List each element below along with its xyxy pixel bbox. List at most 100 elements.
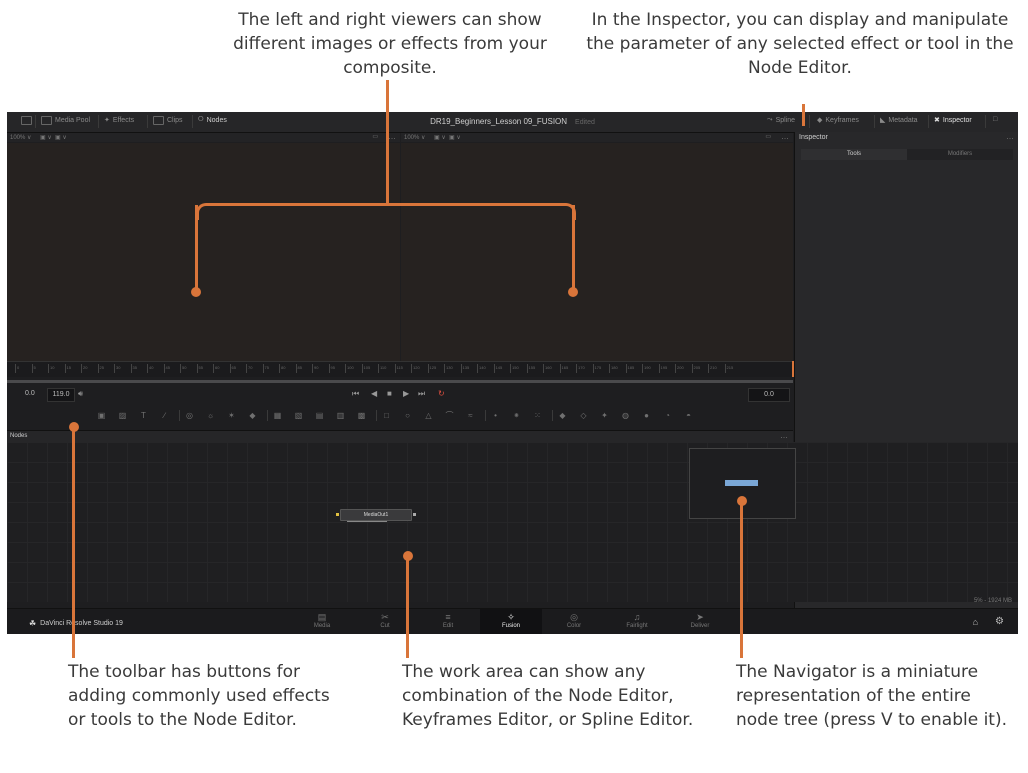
ruler-tick-label: 40 — [149, 365, 154, 370]
left-viewer-more-icon[interactable]: … — [388, 132, 396, 141]
ruler-tick-label: 210 — [710, 365, 717, 370]
paint-tool-icon[interactable]: ∕ — [160, 411, 169, 420]
inspector-tabs: Tools Modifiers — [801, 149, 1013, 160]
merge-tool-icon[interactable]: ▦ — [273, 411, 282, 420]
scrub-bar[interactable] — [7, 380, 793, 383]
current-time-field[interactable]: 0.0 — [748, 388, 790, 402]
callout-viewers: The left and right viewers can show diff… — [233, 10, 547, 78]
page-fairlight[interactable]: ♫ Fairlight — [606, 609, 668, 634]
leader-viewers-stem — [386, 80, 389, 204]
go-to-start-icon[interactable]: ⏮ — [352, 389, 359, 399]
viewer-mode-icon[interactable]: □ — [993, 116, 997, 123]
right-viewer[interactable] — [401, 143, 793, 361]
tracker-tool-icon[interactable]: ≈ — [466, 411, 475, 420]
text-tool-icon[interactable]: T — [139, 411, 148, 420]
tab-modifiers[interactable]: Modifiers — [907, 149, 1013, 160]
shape3d-icon[interactable]: ◆ — [558, 411, 567, 420]
ruler-tick-label: 130 — [446, 365, 453, 370]
ruler-tick-label: 45 — [165, 365, 170, 370]
background-tool-icon[interactable]: ▣ — [97, 411, 106, 420]
page-color[interactable]: ◎ Color — [543, 609, 605, 634]
ruler-tick — [724, 364, 726, 373]
navigator-viewport[interactable] — [725, 480, 758, 486]
channel-booleans-icon[interactable]: ▧ — [294, 411, 303, 420]
ruler-tick — [312, 364, 313, 373]
camera3d-icon[interactable]: ◍ — [621, 411, 630, 420]
right-viewer-more-icon[interactable]: … — [781, 132, 789, 141]
dot-right-viewer — [568, 287, 578, 297]
resize-tool-icon[interactable]: ▩ — [357, 411, 366, 420]
ellipse-mask-icon[interactable]: ○ — [403, 411, 412, 420]
ruler-tick — [114, 364, 115, 373]
node-editor-work-area[interactable] — [7, 442, 1018, 602]
brightness-contrast-icon[interactable]: ☼ — [206, 411, 215, 420]
particle-render-icon[interactable]: ⁕ — [512, 411, 521, 420]
mediaout-node[interactable]: MediaOut1 — [336, 509, 416, 522]
page-media[interactable]: ▤ Media — [291, 609, 353, 634]
matte-control-icon[interactable]: ▤ — [315, 411, 324, 420]
rectangle-mask-icon[interactable]: □ — [382, 411, 391, 420]
inspector-button[interactable]: ✖ Inspector — [934, 116, 972, 125]
left-viewer-bar: 100% ∨ ▣ ∨ ▣ ∨ ▭ … — [7, 132, 400, 142]
merge3d-icon[interactable]: ✦ — [600, 411, 609, 420]
ruler-tick — [675, 364, 676, 373]
color-corrector-icon[interactable]: ◎ — [185, 411, 194, 420]
go-to-end-icon[interactable]: ⏭ — [418, 389, 425, 399]
play-reverse-icon[interactable]: ◀ — [371, 389, 377, 398]
callout-workarea: The work area can show any combination o… — [402, 662, 694, 730]
spline-button[interactable]: ⤳ Spline — [767, 116, 795, 124]
metadata-button[interactable]: ◣ Metadata — [880, 116, 918, 125]
page-fusion[interactable]: ✧ Fusion — [480, 609, 542, 634]
nodes-more-icon[interactable]: … — [780, 431, 788, 440]
page-edit[interactable]: ≡ Edit — [417, 609, 479, 634]
polygon-mask-icon[interactable]: △ — [424, 411, 433, 420]
page-deliver[interactable]: ➤ Deliver — [669, 609, 731, 634]
right-viewer-layout-icon[interactable]: ▭ — [765, 133, 771, 140]
left-viewer-layout-icon[interactable]: ▭ — [372, 133, 378, 140]
ruler-tick-label: 195 — [660, 365, 668, 370]
ruler-tick-label: 140 — [479, 365, 486, 370]
time-ruler[interactable]: 0 5 10 15 20 25 30 35 40 45 50 55 60 65 70 75 80 85 90 95 10… — [7, 361, 793, 377]
ruler-tick — [625, 364, 627, 373]
renderer3d-icon[interactable]: ● — [642, 411, 651, 420]
start-time[interactable]: 0.0 — [25, 390, 35, 397]
right-viewer-options-icon[interactable]: ▣ ∨ ▣ ∨ — [434, 134, 461, 141]
audio-icon[interactable]: 🔊︎ — [78, 389, 83, 399]
stop-icon[interactable]: ■ — [387, 389, 392, 398]
left-viewer-options-icon[interactable]: ▣ ∨ ▣ ∨ — [40, 134, 67, 141]
transform-tool-icon[interactable]: ▥ — [336, 411, 345, 420]
bspline-mask-icon[interactable]: ⌒ — [445, 411, 454, 420]
home-icon[interactable]: ⌂ — [973, 617, 978, 627]
loop-icon[interactable]: ↻ — [438, 389, 445, 398]
ruler-tick — [526, 364, 528, 373]
play-icon[interactable]: ▶ — [403, 389, 409, 398]
fusion-app-window: Media Pool ✦ Effects Clips ⭘ Nodes DR19_Be… — [7, 112, 1018, 634]
image-plane-icon[interactable]: ◓ — [684, 411, 693, 420]
ruler-tick-label: 110 — [380, 365, 387, 370]
ruler-tick-label: 50 — [182, 365, 187, 370]
blur-tool-icon[interactable]: ✶ — [227, 411, 236, 420]
ruler-tick-label: 145 — [495, 365, 503, 370]
left-zoom-dropdown[interactable]: 100% ∨ — [10, 134, 31, 141]
spline-icon: ⤳ — [767, 116, 773, 123]
end-time-field[interactable]: 119.0 — [47, 388, 75, 402]
particle-emitter-icon[interactable]: • — [491, 411, 500, 420]
ruler-tick — [180, 364, 181, 373]
ruler-tick-label: 15 — [66, 365, 71, 370]
keyframes-button[interactable]: ◆ Keyframes — [817, 116, 859, 125]
memory-usage: 5% - 1924 MB — [973, 598, 1012, 604]
node-input-port[interactable] — [336, 513, 339, 516]
right-zoom-dropdown[interactable]: 100% ∨ — [404, 134, 425, 141]
node-output-port[interactable] — [413, 513, 416, 516]
light3d-icon[interactable]: ◔ — [663, 411, 672, 420]
nodes-header: Nodes … — [7, 430, 793, 442]
gear-icon[interactable]: ⚙ — [995, 616, 1004, 627]
text3d-icon[interactable]: ◇ — [579, 411, 588, 420]
inspector-more-icon[interactable]: … — [1006, 132, 1014, 141]
color-icon[interactable]: ◆ — [248, 411, 257, 420]
left-viewer[interactable] — [7, 143, 400, 361]
loader-tool-icon[interactable]: ▨ — [118, 411, 127, 420]
ruler-tick — [361, 364, 363, 373]
particle-tool-icon[interactable]: ⁙ — [533, 411, 542, 420]
tab-tools[interactable]: Tools — [801, 149, 907, 160]
